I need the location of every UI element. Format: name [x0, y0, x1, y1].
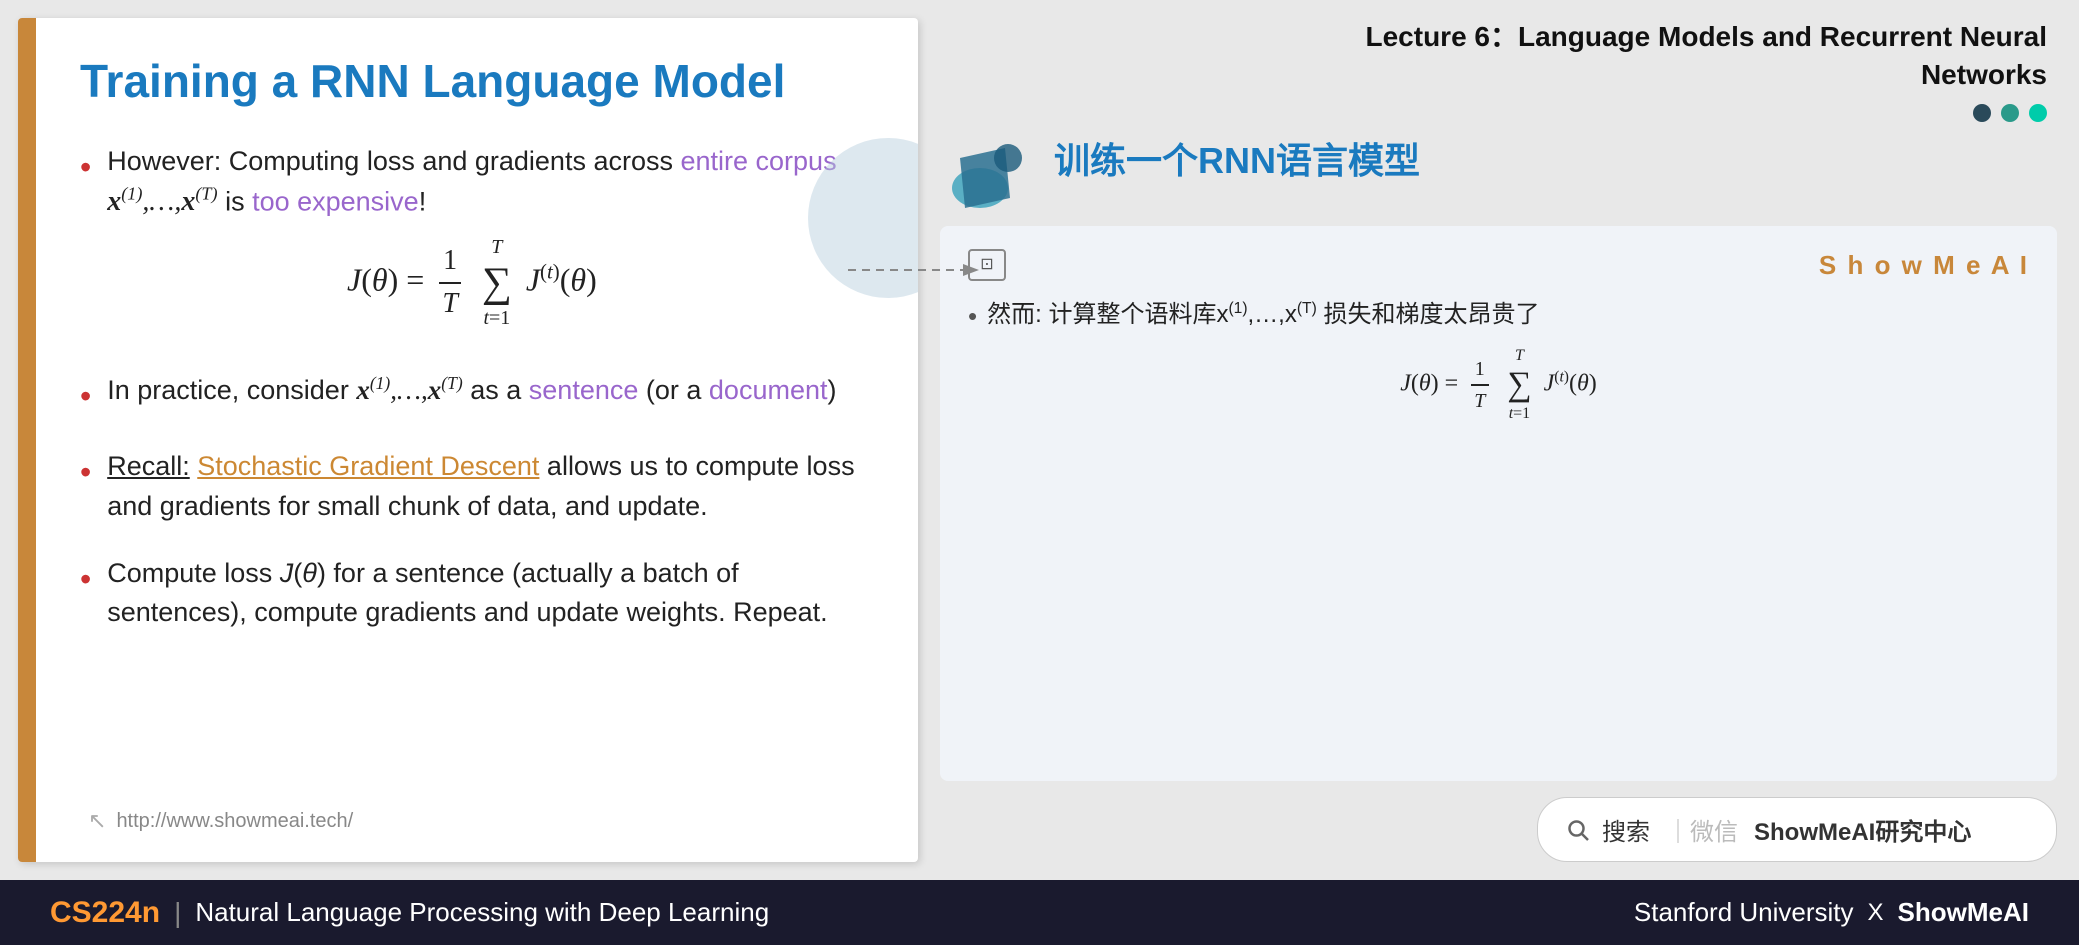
bullet-4-content: Compute loss J(θ) for a sentence (actual…: [107, 554, 868, 632]
bullet-dot-3: •: [80, 449, 91, 495]
bullet-1-exclaim: !: [419, 186, 427, 216]
bottom-right: Stanford University X ShowMeAI: [1634, 897, 2029, 928]
bullet-1-content: However: Computing loss and gradients ac…: [107, 142, 836, 343]
bullet-1-is: is: [218, 186, 253, 216]
cn-formula: J(θ) = 1 T T ∑ t=1 J(t)(θ): [968, 344, 2029, 426]
bottom-subtitle: Natural Language Processing with Deep Le…: [195, 897, 769, 928]
bullet-2-end: ): [827, 375, 836, 405]
bullet-3-sgd: Stochastic Gradient Descent: [197, 451, 539, 481]
showmeai-header: ⊡ S h o w M e A I: [968, 246, 2029, 285]
bullet-dot-2: •: [80, 373, 91, 419]
bullet-1-formula-text: x(1),…,x(T): [107, 186, 217, 217]
bullet-3-recall: Recall:: [107, 451, 190, 481]
bullet-1-prefix: However: Computing loss and gradients ac…: [107, 146, 680, 176]
cursor-icon: ↖: [88, 808, 106, 834]
bullet-list: • However: Computing loss and gradients …: [80, 142, 868, 632]
bullet-dot-4: •: [80, 556, 91, 602]
bullet-2-doc: document: [709, 375, 828, 405]
bullet-item-2: • In practice, consider x(1),…,x(T) as a…: [80, 371, 868, 419]
slide-title: Training a RNN Language Model: [80, 54, 868, 108]
x-separator: X: [1868, 899, 1884, 927]
bullet-2-content: In practice, consider x(1),…,x(T) as a s…: [107, 371, 836, 410]
cs224n-label: CS224n: [50, 896, 160, 930]
cn-bullet-dot: •: [968, 297, 977, 336]
formula-1: J(θ) = 1 T T ∑ t=1 J(t)(θ): [107, 233, 836, 333]
search-divider: ｜微信: [1666, 812, 1738, 847]
bullet-4-text: Compute loss J(θ) for a sentence (actual…: [107, 558, 827, 627]
bullet-1-expensive: too expensive: [252, 186, 419, 216]
showmeai-box: ⊡ S h o w M e A I • 然而: 计算整个语料库x(1),…,x(…: [940, 226, 2057, 781]
nav-dot-2: [2001, 104, 2019, 122]
lecture-header: Lecture 6：Language Models and Recurrent …: [1366, 18, 2058, 94]
bullet-3-content: Recall: Stochastic Gradient Descent allo…: [107, 447, 868, 525]
search-label: 搜索: [1602, 812, 1650, 847]
bullet-2-or: (or a: [638, 375, 709, 405]
bottom-left: CS224n | Natural Language Processing wit…: [50, 896, 769, 930]
slide-content: Training a RNN Language Model • However:…: [36, 18, 918, 862]
bullet-item-3: • Recall: Stochastic Gradient Descent al…: [80, 447, 868, 525]
cn-bullet: • 然而: 计算整个语料库x(1),…,x(T) 损失和梯度太昂贵了: [968, 297, 2029, 336]
right-panel: Lecture 6：Language Models and Recurrent …: [918, 0, 2079, 880]
cn-bullet-content: 然而: 计算整个语料库x(1),…,x(T) 损失和梯度太昂贵了: [987, 297, 1539, 333]
footer-url: http://www.showmeai.tech/: [116, 810, 353, 833]
translate-icon-svg: [950, 138, 1040, 210]
bottom-bar: CS224n | Natural Language Processing wit…: [0, 880, 2079, 945]
stanford-label: Stanford University: [1634, 897, 1854, 928]
bullet-2-sentence: sentence: [529, 375, 639, 405]
bullet-dot-1: •: [80, 144, 91, 190]
orange-bar: [18, 18, 36, 862]
cn-text-prefix: 然而: 计算整个语料库x(1),…,x(T) 损失和梯度太昂贵了: [987, 301, 1539, 328]
search-bar[interactable]: 搜索 ｜微信 ShowMeAI研究中心: [1537, 797, 2057, 862]
lecture-line2: Networks: [1921, 59, 2047, 90]
chinese-title: 训练一个RNN语言模型: [1054, 138, 1420, 185]
nav-dot-1: [1973, 104, 1991, 122]
showmeai-label: ShowMeAI: [1898, 897, 2029, 928]
bullet-2-prefix: In practice, consider: [107, 375, 356, 405]
slide-footer: ↖ http://www.showmeai.tech/: [88, 808, 353, 834]
left-slide: Training a RNN Language Model • However:…: [18, 18, 918, 862]
main-area: Training a RNN Language Model • However:…: [0, 0, 2079, 880]
translation-section: 训练一个RNN语言模型: [940, 138, 2057, 210]
search-icon: [1566, 818, 1590, 842]
showmeai-brand: S h o w M e A I: [1819, 246, 2029, 285]
showmeai-icon: ⊡: [968, 249, 1006, 281]
search-brand: ShowMeAI研究中心: [1754, 812, 1971, 847]
nav-dots: [1973, 104, 2057, 122]
nav-dot-3: [2029, 104, 2047, 122]
lecture-line1: Lecture 6：Language Models and Recurrent …: [1366, 21, 2048, 52]
showmeai-icon-symbol: ⊡: [980, 253, 993, 277]
bullet-item-4: • Compute loss J(θ) for a sentence (actu…: [80, 554, 868, 632]
bullet-1-highlight: entire corpus: [680, 146, 836, 176]
bullet-item-1: • However: Computing loss and gradients …: [80, 142, 868, 343]
bottom-pipe: |: [174, 897, 181, 929]
bullet-2-as: as a: [463, 375, 529, 405]
translate-icon-area: [950, 138, 1040, 210]
